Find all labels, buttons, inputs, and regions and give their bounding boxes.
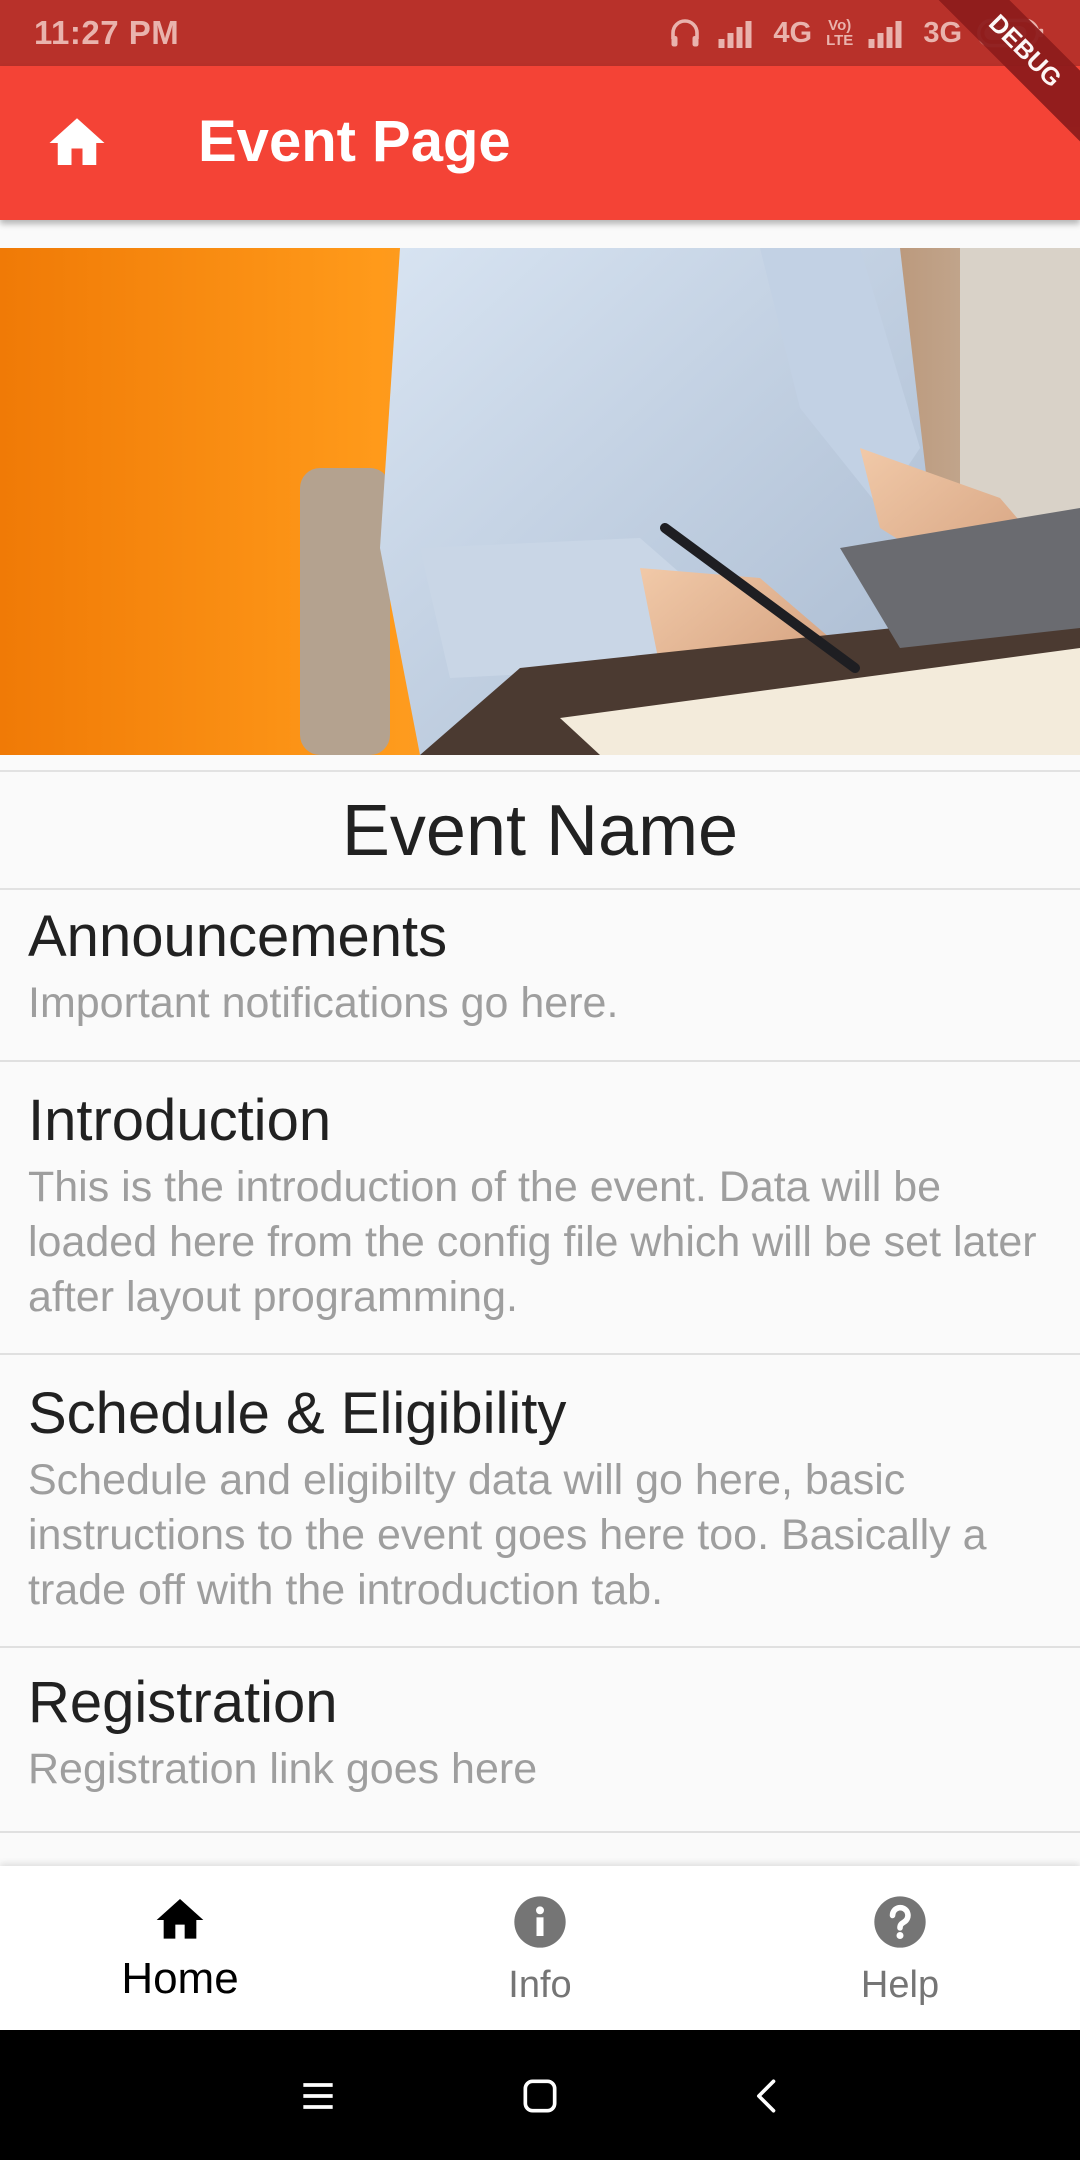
home-square-icon[interactable]	[518, 2074, 562, 2118]
section-body: Schedule and eligibilty data will go her…	[28, 1456, 987, 1614]
section-body: This is the introduction of the event. D…	[28, 1163, 1037, 1321]
back-icon[interactable]	[746, 2074, 790, 2118]
event-name: Event Name	[0, 770, 1080, 890]
info-icon	[514, 1896, 566, 1948]
menu-icon[interactable]	[296, 2074, 340, 2118]
nav-item-help[interactable]: Help	[720, 1866, 1080, 2030]
home-icon[interactable]	[44, 110, 110, 176]
status-time: 11:27 PM	[34, 14, 180, 51]
section-body: Registration link goes here	[28, 1745, 538, 1793]
section-announcements[interactable]: Announcements Important notifications go…	[0, 890, 1080, 1062]
status-bar: 11:27 PM 4G Vo) LTE 3G	[0, 0, 1080, 66]
help-icon	[874, 1896, 926, 1948]
page-title: Event Page	[198, 109, 511, 174]
bottom-navigation: Home Info Help	[0, 1866, 1080, 2030]
nav-item-info[interactable]: Info	[360, 1866, 720, 2030]
nav-item-home[interactable]: Home	[0, 1866, 360, 2030]
headphones-icon	[671, 19, 700, 47]
volte-line-1: Vo)	[828, 17, 852, 34]
section-title: Registration	[28, 1670, 338, 1735]
home-icon	[156, 1899, 204, 1939]
nav-label: Help	[860, 1964, 940, 2006]
app-bar: Event Page	[0, 66, 1080, 220]
section-body: Important notifications go here.	[28, 979, 619, 1027]
signal-icon	[868, 21, 902, 48]
signal-icon	[718, 21, 752, 48]
hero-illustration	[0, 248, 1080, 755]
nav-label: Info	[508, 1964, 572, 2006]
system-navigation-bar	[0, 2030, 1080, 2160]
network-type-4g: 4G	[773, 16, 813, 49]
event-hero-image	[0, 248, 1080, 755]
section-registration[interactable]: Registration Registration link goes here	[0, 1648, 1080, 1833]
section-title: Introduction	[28, 1088, 332, 1153]
nav-label: Home	[121, 1954, 239, 2003]
section-schedule-eligibility[interactable]: Schedule & Eligibility Schedule and elig…	[0, 1355, 1080, 1648]
volte-indicator: Vo) LTE	[826, 18, 853, 48]
section-introduction[interactable]: Introduction This is the introduction of…	[0, 1062, 1080, 1355]
section-title: Announcements	[28, 904, 448, 969]
volte-line-2: LTE	[826, 32, 854, 49]
section-title: Schedule & Eligibility	[28, 1381, 567, 1446]
network-type-3g: 3G	[923, 16, 962, 49]
